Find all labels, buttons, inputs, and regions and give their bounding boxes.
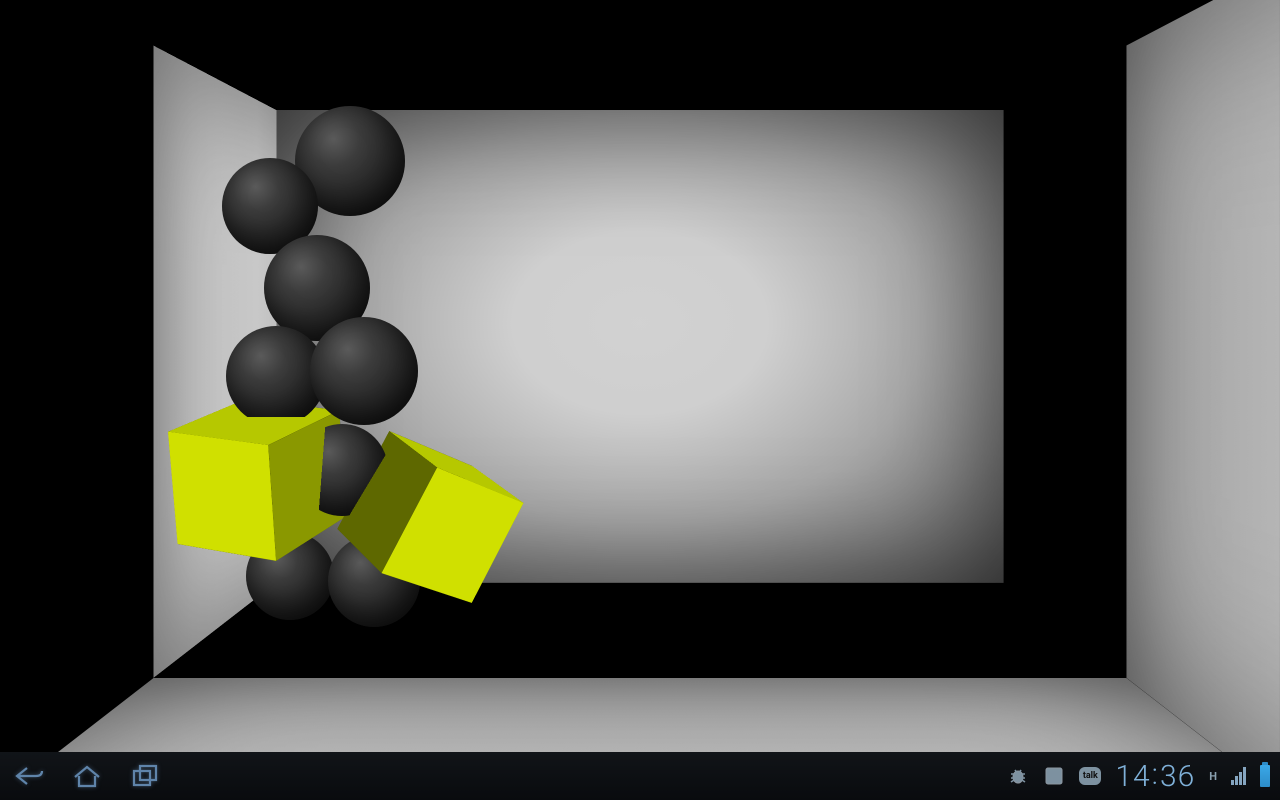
clock-hours: 14: [1115, 759, 1150, 794]
recents-button[interactable]: [116, 752, 174, 800]
battery-icon: [1260, 765, 1270, 787]
back-button[interactable]: [0, 752, 58, 800]
instruction-text: Rotate your device around!: [10, 10, 336, 25]
back-icon: [13, 764, 45, 788]
not-supports-label: not supports:: [10, 80, 336, 95]
sensor-overlay: Rotate your device around! From the sens…: [10, 10, 336, 95]
clock[interactable]: 14 : 36: [1115, 759, 1195, 794]
wall-floor: [0, 678, 1280, 752]
supported-sensor-item: Rotation Vector: [10, 65, 336, 80]
scene-sphere: [310, 317, 418, 425]
system-bar: talk 14 : 36 H: [0, 752, 1280, 800]
recents-icon: [130, 763, 160, 789]
3d-scene-viewport[interactable]: Rotate your device around! From the sens…: [0, 0, 1280, 752]
talk-badge-label: talk: [1079, 767, 1101, 785]
wall-right: [1126, 0, 1280, 752]
debug-icon: [1007, 765, 1029, 787]
status-tray: talk 14 : 36 H: [1007, 759, 1280, 794]
talk-notification-icon[interactable]: talk: [1079, 765, 1101, 787]
home-icon: [72, 764, 102, 788]
home-button[interactable]: [58, 752, 116, 800]
clock-minutes: 36: [1160, 759, 1195, 794]
supports-label: supports:: [10, 50, 336, 65]
network-type-label: H: [1209, 770, 1217, 783]
sensors-preamble: From the sensors needed for this scene, …: [10, 35, 336, 50]
signal-strength-icon: [1231, 767, 1246, 785]
share-icon: [1043, 765, 1065, 787]
clock-colon: :: [1152, 757, 1159, 792]
